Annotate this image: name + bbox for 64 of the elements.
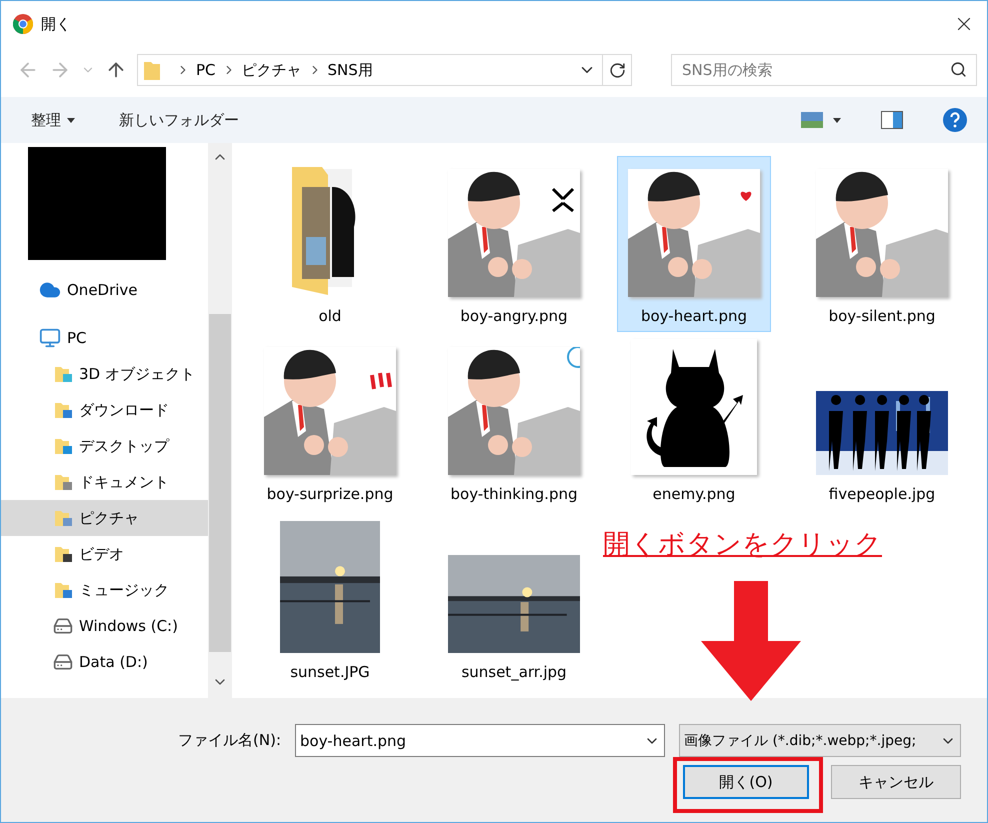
- open-button[interactable]: 開く(O): [683, 765, 809, 799]
- file-name: old: [318, 307, 342, 325]
- folder-icon: [144, 60, 160, 80]
- breadcrumb[interactable]: SNS用: [328, 60, 373, 80]
- folder-icon: [53, 544, 73, 564]
- file-item[interactable]: boy-heart.png: [617, 156, 771, 332]
- file-item[interactable]: boy-silent.png: [805, 156, 959, 332]
- file-item[interactable]: boy-thinking.png: [437, 334, 591, 510]
- file-name: boy-angry.png: [460, 307, 568, 325]
- breadcrumb[interactable]: PC: [196, 61, 216, 79]
- caret-icon[interactable]: [833, 118, 841, 122]
- sidebar-item[interactable]: PC: [1, 320, 208, 356]
- filename-label: ファイル名(N):: [178, 731, 281, 750]
- breadcrumb[interactable]: ピクチャ: [242, 60, 302, 80]
- app-icon: [13, 14, 33, 34]
- scroll-thumb[interactable]: [209, 314, 232, 652]
- folder-icon: [53, 472, 73, 492]
- organize-menu[interactable]: 整理: [29, 106, 77, 134]
- sidebar-item[interactable]: Windows (C:): [1, 608, 208, 644]
- sidebar-item[interactable]: 3D オブジェクト: [1, 356, 208, 392]
- arrow-icon: [701, 581, 801, 701]
- file-name: boy-silent.png: [828, 307, 936, 325]
- caret-icon: [67, 118, 75, 122]
- file-name: boy-heart.png: [640, 307, 748, 325]
- file-name: sunset_arr.jpg: [461, 663, 567, 681]
- file-type-dropdown[interactable]: 画像ファイル (*.dib;*.webp;*.jpeg;: [679, 724, 961, 757]
- file-name: sunset.JPG: [290, 663, 370, 681]
- search-icon: [950, 61, 967, 78]
- refresh-icon[interactable]: [608, 62, 626, 78]
- folder-icon: [53, 436, 73, 456]
- file-name: enemy.png: [652, 485, 736, 503]
- sidebar-item[interactable]: ピクチャ: [1, 500, 208, 536]
- sidebar-item[interactable]: ダウンロード: [1, 392, 208, 428]
- file-name: fivepeople.jpg: [828, 485, 936, 503]
- new-folder-button[interactable]: 新しいフォルダー: [117, 106, 241, 134]
- file-item[interactable]: sunset_arr.jpg: [437, 512, 591, 688]
- file-name: boy-surprize.png: [266, 485, 394, 503]
- cancel-button[interactable]: キャンセル: [831, 765, 961, 799]
- filename-field[interactable]: boy-heart.png: [295, 724, 665, 757]
- file-item[interactable]: old: [253, 156, 407, 332]
- folder-icon: [53, 580, 73, 600]
- file-item[interactable]: boy-surprize.png: [253, 334, 407, 510]
- folder-icon: [53, 508, 73, 528]
- drive-icon: [53, 652, 73, 672]
- folder-icon: [53, 364, 73, 384]
- file-item[interactable]: sunset.JPG: [253, 512, 407, 688]
- search-field[interactable]: SNS用の検索: [671, 54, 977, 86]
- file-item[interactable]: enemy.png: [617, 334, 771, 510]
- file-item[interactable]: boy-angry.png: [437, 156, 591, 332]
- sidebar-item[interactable]: ドキュメント: [1, 464, 208, 500]
- sidebar-item[interactable]: デスクトップ: [1, 428, 208, 464]
- window-title: 開く: [41, 14, 72, 34]
- sidebar-item[interactable]: Data (D:): [1, 644, 208, 680]
- file-name: boy-thinking.png: [450, 485, 578, 503]
- help-icon[interactable]: [943, 108, 967, 132]
- drive-icon: [53, 616, 73, 636]
- annotation-text: 開くボタンをクリック: [603, 528, 882, 562]
- file-item[interactable]: fivepeople.jpg: [805, 334, 959, 510]
- computer-icon: [39, 327, 61, 349]
- sidebar-item[interactable]: ビデオ: [1, 536, 208, 572]
- pane-icon[interactable]: [881, 111, 903, 129]
- sidebar-item[interactable]: OneDrive: [1, 272, 208, 308]
- sidebar-item[interactable]: ミュージック: [1, 572, 208, 608]
- folder-icon: [53, 400, 73, 420]
